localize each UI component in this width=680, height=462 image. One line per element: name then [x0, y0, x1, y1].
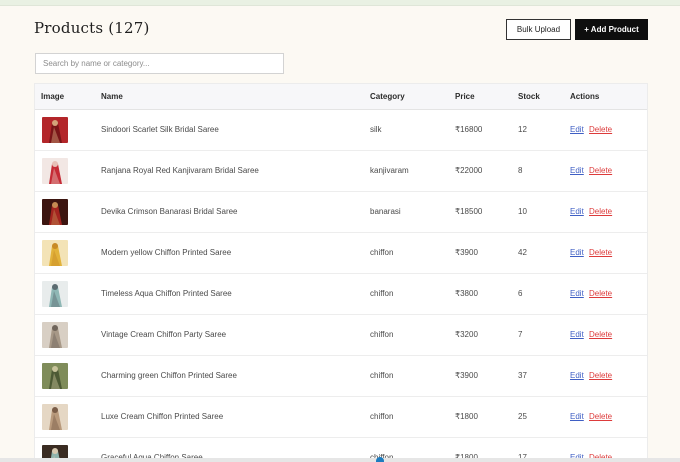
column-header-category: Category [370, 92, 405, 101]
product-category: chiffon [370, 248, 394, 257]
product-category: chiffon [370, 330, 394, 339]
product-price: ₹16800 [455, 125, 483, 134]
product-category: chiffon [370, 289, 394, 298]
delete-link[interactable]: Delete [589, 356, 612, 396]
product-stock: 25 [518, 412, 527, 421]
edit-link[interactable]: Edit [570, 151, 584, 191]
edit-link[interactable]: Edit [570, 356, 584, 396]
product-price: ₹18500 [455, 207, 483, 216]
product-stock: 8 [518, 166, 523, 175]
delete-link[interactable]: Delete [589, 110, 612, 150]
product-name: Ranjana Royal Red Kanjivaram Bridal Sare… [101, 166, 259, 175]
product-stock: 6 [518, 289, 523, 298]
product-name: Modern yellow Chiffon Printed Saree [101, 248, 232, 257]
product-name: Devika Crimson Banarasi Bridal Saree [101, 207, 238, 216]
product-category: chiffon [370, 412, 394, 421]
column-header-stock: Stock [518, 92, 540, 101]
delete-link[interactable]: Delete [589, 274, 612, 314]
product-price: ₹3800 [455, 289, 478, 298]
table-header: Image Name Category Price Stock Actions [35, 84, 647, 110]
table-row: Sindoori Scarlet Silk Bridal Saree silk ₹1… [35, 110, 647, 151]
column-header-actions: Actions [570, 92, 600, 101]
product-stock: 42 [518, 248, 527, 257]
delete-link[interactable]: Delete [589, 397, 612, 437]
table-row: Vintage Cream Chiffon Party Saree chiffon… [35, 315, 647, 356]
table-row: Timeless Aqua Chiffon Printed Saree chiff… [35, 274, 647, 315]
edit-link[interactable]: Edit [570, 397, 584, 437]
product-category: kanjivaram [370, 166, 409, 175]
product-thumbnail-image [42, 281, 68, 307]
product-name: Timeless Aqua Chiffon Printed Saree [101, 289, 232, 298]
top-accent-bar [0, 0, 680, 6]
product-category: chiffon [370, 371, 394, 380]
product-category: silk [370, 125, 382, 134]
delete-link[interactable]: Delete [589, 192, 612, 232]
search-input[interactable] [35, 53, 284, 74]
product-thumbnail-image [42, 199, 68, 225]
delete-link[interactable]: Delete [589, 315, 612, 355]
table-row: Charming green Chiffon Printed Saree chif… [35, 356, 647, 397]
page-title: Products (127) [34, 19, 150, 37]
table-row: Ranjana Royal Red Kanjivaram Bridal Sare… [35, 151, 647, 192]
product-stock: 12 [518, 125, 527, 134]
product-thumbnail-image [42, 158, 68, 184]
product-thumbnail-image [42, 404, 68, 430]
edit-link[interactable]: Edit [570, 274, 584, 314]
edit-link[interactable]: Edit [570, 192, 584, 232]
product-name: Sindoori Scarlet Silk Bridal Saree [101, 125, 219, 134]
edit-link[interactable]: Edit [570, 110, 584, 150]
product-price: ₹1800 [455, 412, 478, 421]
product-stock: 7 [518, 330, 523, 339]
taskbar-indicator [376, 457, 384, 462]
product-name: Charming green Chiffon Printed Saree [101, 371, 237, 380]
delete-link[interactable]: Delete [589, 233, 612, 273]
product-price: ₹3900 [455, 248, 478, 257]
product-name: Vintage Cream Chiffon Party Saree [101, 330, 227, 339]
column-header-price: Price [455, 92, 475, 101]
products-table: Image Name Category Price Stock Actions … [34, 83, 648, 462]
add-product-button[interactable]: + Add Product [575, 19, 648, 40]
bulk-upload-button[interactable]: Bulk Upload [506, 19, 571, 40]
product-thumbnail-image [42, 240, 68, 266]
delete-link[interactable]: Delete [589, 151, 612, 191]
edit-link[interactable]: Edit [570, 233, 584, 273]
product-stock: 37 [518, 371, 527, 380]
product-thumbnail-image [42, 322, 68, 348]
product-thumbnail-image [42, 117, 68, 143]
edit-link[interactable]: Edit [570, 315, 584, 355]
product-price: ₹3900 [455, 371, 478, 380]
column-header-name: Name [101, 92, 123, 101]
table-row: Luxe Cream Chiffon Printed Saree chiffon ₹… [35, 397, 647, 438]
product-price: ₹22000 [455, 166, 483, 175]
column-header-image: Image [41, 92, 65, 101]
product-name: Luxe Cream Chiffon Printed Saree [101, 412, 224, 421]
table-row: Modern yellow Chiffon Printed Saree chiff… [35, 233, 647, 274]
table-row: Devika Crimson Banarasi Bridal Saree bana… [35, 192, 647, 233]
product-thumbnail-image [42, 363, 68, 389]
bottom-scrollbar[interactable] [0, 458, 680, 462]
product-stock: 10 [518, 207, 527, 216]
table-body: Sindoori Scarlet Silk Bridal Saree silk ₹1… [35, 110, 647, 462]
product-category: banarasi [370, 207, 401, 216]
product-price: ₹3200 [455, 330, 478, 339]
